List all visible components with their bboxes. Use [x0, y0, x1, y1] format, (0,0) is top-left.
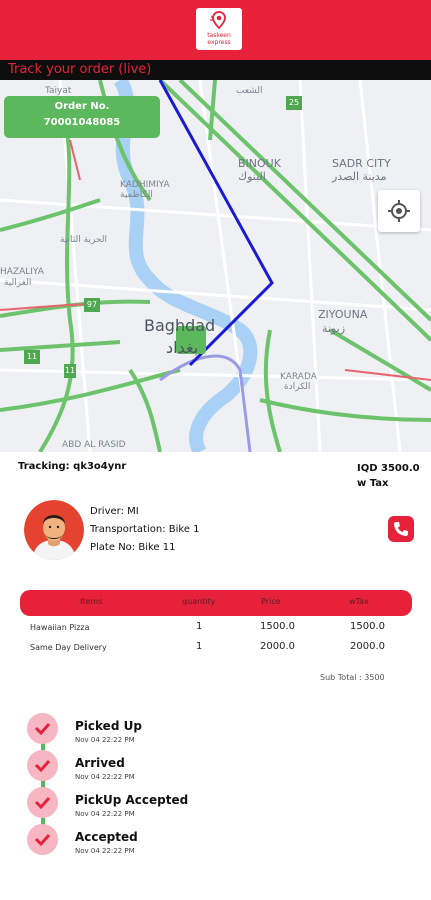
map-label-kadhimiya-ar: الكاظمية — [120, 190, 153, 200]
driver-plate: Plate No: Bike 11 — [90, 542, 176, 553]
order-label: Order No. — [54, 101, 110, 112]
table-row: Hawaiian Pizza 1 1500.0 1500.0 — [20, 618, 412, 638]
header-quantity: quantity — [182, 597, 216, 606]
subtotal: Sub Total : 3500 — [320, 673, 385, 682]
map-label-kadhimiya: KADHIMIYA — [120, 180, 170, 190]
timeline-step-title: PickUp Accepted — [75, 793, 189, 807]
table-row: Same Day Delivery 1 2000.0 2000.0 — [20, 638, 412, 658]
timeline-step-title: Accepted — [75, 830, 138, 844]
locate-button[interactable] — [378, 190, 420, 232]
driver-name: Driver: MI — [90, 506, 139, 517]
location-pin-icon — [210, 11, 226, 29]
items-table-header: Items quantity Price wTax — [20, 590, 412, 616]
map-label-hazaliya-ar: الغزالية — [4, 278, 32, 288]
header-items: Items — [80, 597, 103, 606]
map-label-binouk-ar: البنوك — [238, 170, 266, 183]
check-icon — [34, 723, 51, 736]
check-icon — [34, 760, 51, 773]
app-header: taskeen express — [0, 0, 431, 60]
map-label-abd: ABD AL RASID — [62, 440, 126, 450]
gps-target-icon — [388, 200, 410, 222]
map-label-alshaab: الشعب — [236, 86, 263, 96]
cell-price: 2000.0 — [260, 641, 295, 652]
header-wtax: wTax — [349, 597, 369, 606]
map-label-hazaliya: HAZALIYA — [0, 267, 44, 277]
road-shield-25: 25 — [286, 96, 302, 110]
header-price: Price — [261, 597, 281, 606]
check-icon — [34, 797, 51, 810]
timeline-step-icon — [27, 824, 58, 855]
road-shield-11: 11 — [24, 350, 40, 364]
cell-wtax: 2000.0 — [350, 641, 385, 652]
timeline-step-icon — [27, 787, 58, 818]
tracking-code: Tracking: qk3o4ynr — [18, 461, 127, 472]
banner-title: Track your order (live) — [8, 62, 152, 77]
order-number: 70001048085 — [43, 117, 121, 128]
driver-info: Driver: MI Transportation: Bike 1 Plate … — [90, 503, 200, 557]
map-label-binouk: BINOUK — [238, 157, 281, 170]
check-icon — [34, 834, 51, 847]
cell-price: 1500.0 — [260, 621, 295, 632]
timeline-step-icon — [27, 750, 58, 781]
map-label-baghdad: Baghdad — [144, 316, 216, 335]
price-tax-note: w Tax — [357, 478, 389, 489]
timeline-step-icon — [27, 713, 58, 744]
driver-transport: Transportation: Bike 1 — [90, 524, 200, 535]
timeline-step-title: Picked Up — [75, 719, 142, 733]
timeline-step-time: Nov 04 22:22 PM — [75, 773, 135, 781]
timeline-step-time: Nov 04 22:22 PM — [75, 736, 135, 744]
order-number-card: Order No. 70001048085 — [4, 96, 160, 138]
cell-qty: 1 — [196, 641, 203, 652]
app-logo: taskeen express — [196, 8, 242, 50]
map-label-sadr: SADR CITY — [332, 157, 391, 170]
map-label-ziyouna-ar: زيونة — [322, 322, 346, 335]
road-shield-11b: 11 — [64, 364, 76, 378]
timeline-step-title: Arrived — [75, 756, 125, 770]
cell-wtax: 1500.0 — [350, 621, 385, 632]
driver-avatar — [24, 500, 84, 560]
avatar-illustration — [24, 500, 84, 560]
map-label-ziyouna: ZIYOUNA — [318, 308, 368, 321]
road-shield-97: 97 — [84, 298, 100, 312]
map-label-baghdad-ar: بغداد — [166, 338, 199, 357]
map-label-karada-ar: الكرادة — [284, 382, 311, 392]
brand-name: taskeen express — [207, 32, 231, 46]
phone-icon — [394, 522, 408, 536]
map-label-sadr-ar: مدينة الصدر — [332, 170, 387, 183]
cell-qty: 1 — [196, 621, 203, 632]
call-driver-button[interactable] — [388, 516, 414, 542]
cell-item: Same Day Delivery — [30, 643, 107, 652]
timeline-step-time: Nov 04 22:22 PM — [75, 847, 135, 855]
tracking-banner: Track your order (live) — [0, 60, 431, 80]
map-label-taiyat: Taiyat — [45, 86, 72, 96]
map-label-hurriya: الحرية الثانية — [60, 235, 107, 245]
price-amount: IQD 3500.0 — [357, 463, 420, 474]
cell-item: Hawaiian Pizza — [30, 623, 90, 632]
timeline-step-time: Nov 04 22:22 PM — [75, 810, 135, 818]
map-label-karada: KARADA — [280, 372, 317, 382]
order-price: IQD 3500.0 w Tax — [357, 461, 420, 491]
